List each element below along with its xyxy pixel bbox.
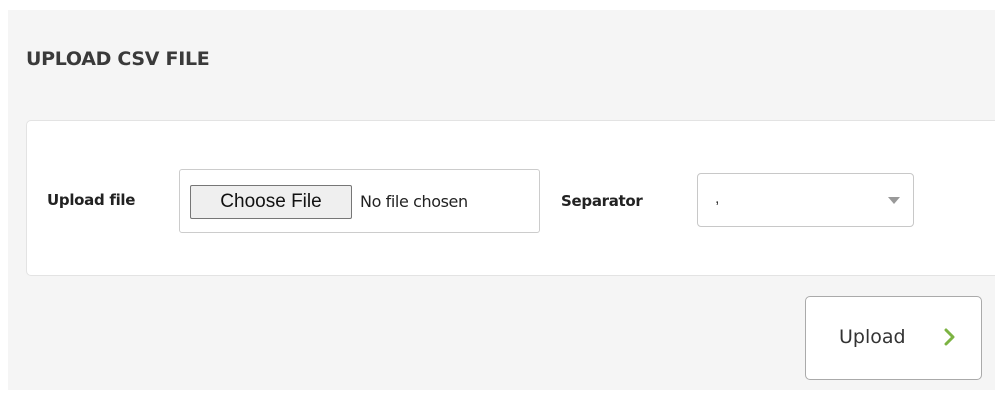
file-status-text: No file chosen <box>360 192 468 211</box>
choose-file-button[interactable]: Choose File <box>190 185 352 219</box>
file-input[interactable]: Choose File No file chosen <box>179 169 540 233</box>
upload-csv-panel: UPLOAD CSV FILE Upload file Choose File … <box>8 10 995 390</box>
upload-button[interactable]: Upload <box>805 296 982 380</box>
chevron-right-icon <box>944 328 955 346</box>
separator-label: Separator <box>561 192 643 210</box>
page-title: UPLOAD CSV FILE <box>26 48 210 70</box>
separator-selected-value: , <box>715 190 720 207</box>
caret-down-icon <box>888 197 900 204</box>
upload-button-label: Upload <box>839 326 906 348</box>
upload-form-card: Upload file Choose File No file chosen S… <box>26 120 995 276</box>
upload-file-label: Upload file <box>47 191 136 209</box>
separator-select[interactable]: , <box>697 173 914 227</box>
